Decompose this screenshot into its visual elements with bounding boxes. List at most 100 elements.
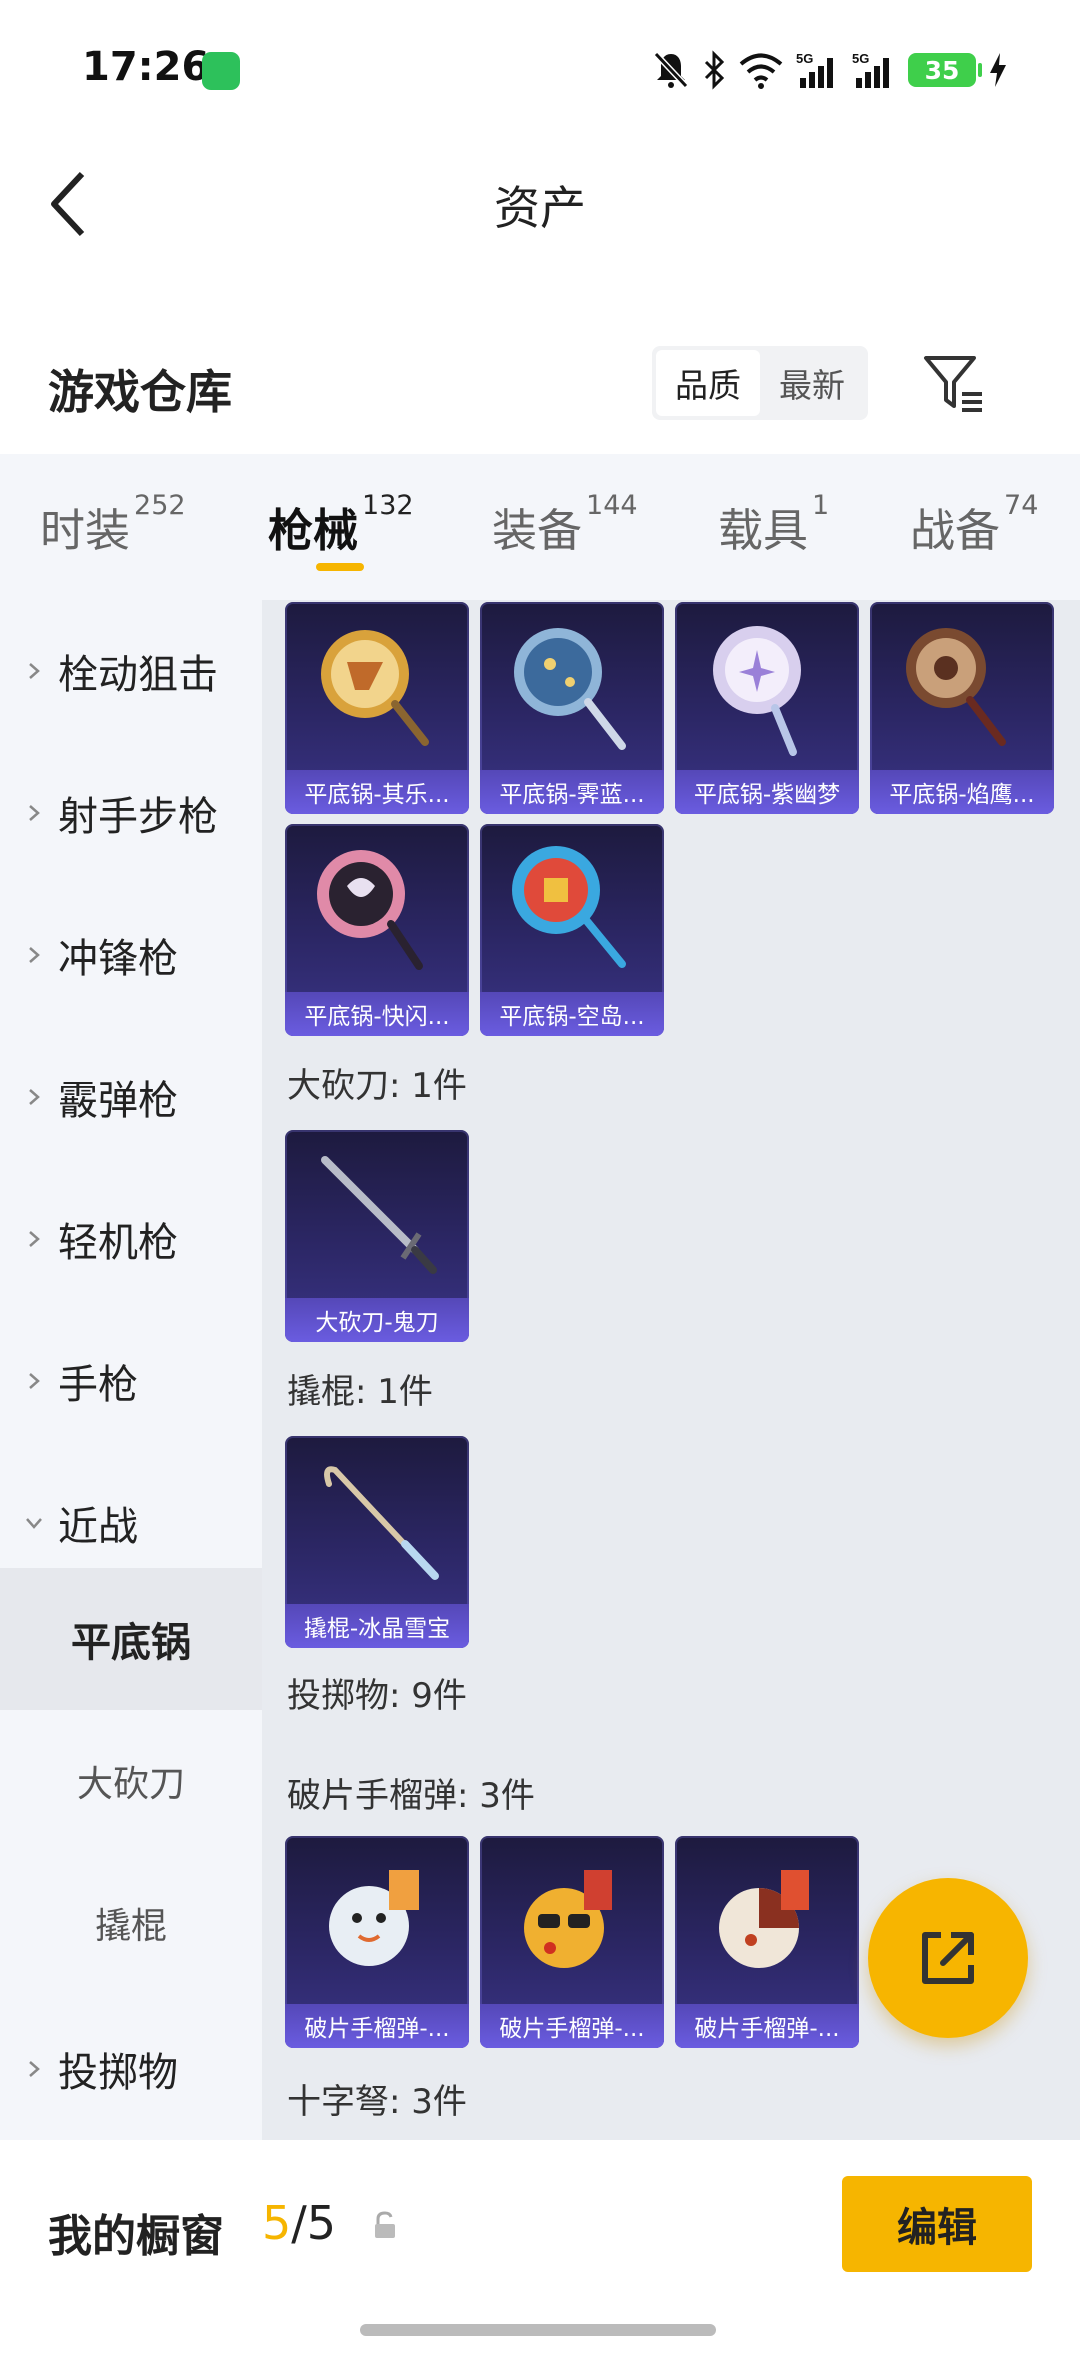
item-name: 平底锅-焰鹰...	[870, 770, 1054, 814]
item-card-pan-1[interactable]: 平底锅-其乐...	[285, 602, 469, 814]
warehouse-title: 游戏仓库	[48, 365, 232, 419]
sidebar-item-shotgun[interactable]: 霰弹枪	[0, 1026, 262, 1168]
tab-label: 时装	[40, 504, 131, 557]
bluetooth-icon	[704, 50, 725, 90]
filter-button[interactable]	[918, 350, 990, 416]
tab-vehicles[interactable]: 载具 1	[718, 490, 829, 574]
battery-indicator: 35	[908, 53, 982, 87]
item-name: 大砍刀-鬼刀	[285, 1298, 469, 1342]
grenade-icon	[524, 1870, 612, 1968]
svg-text:5G: 5G	[852, 51, 869, 66]
active-tab-indicator	[316, 563, 364, 571]
tab-count: 132	[362, 490, 414, 521]
signal-5g-icon: 5G	[796, 51, 833, 88]
sort-toggle: 品质 最新	[652, 346, 868, 420]
sidebar-item-pistol[interactable]: 手枪	[0, 1310, 262, 1452]
chevron-right-icon	[29, 1089, 40, 1105]
item-card-pan-3[interactable]: 平底锅-紫幽梦	[675, 602, 859, 814]
sidebar-item-crowbar[interactable]: 撬棍	[0, 1852, 262, 1994]
wechat-notification-icon	[202, 52, 240, 90]
crowbar-count-label: 撬棍: 1件	[287, 1372, 433, 1412]
pan-icon	[906, 628, 1006, 746]
tab-count: 144	[586, 490, 638, 521]
category-tabs: 时装 252 枪械 132 装备 144 载具 1 战备 74	[0, 454, 1080, 600]
pan-icon	[514, 628, 626, 750]
chevron-right-icon	[29, 2061, 40, 2077]
sidebar-item-label: 轻机枪	[58, 1220, 178, 1266]
grenade-icon	[329, 1870, 419, 1966]
pan-icon	[713, 626, 801, 756]
sort-quality-option[interactable]: 品质	[656, 350, 760, 416]
sidebar-item-label: 近战	[58, 1504, 138, 1550]
subcategory-sidebar: 栓动狙击 射手步枪 冲锋枪 霰弹枪 轻机枪 手枪 近战 平底锅 大砍刀 撬棍 投…	[0, 600, 262, 2140]
home-indicator[interactable]	[360, 2324, 716, 2336]
edit-button[interactable]: 编辑	[842, 2176, 1032, 2272]
grenade-count-label: 破片手榴弹: 3件	[287, 1776, 535, 1816]
sidebar-item-label: 平底锅	[71, 1620, 191, 1666]
item-name: 平底锅-快闪...	[285, 992, 469, 1036]
share-fab-button[interactable]	[868, 1878, 1028, 2038]
sidebar-item-smg[interactable]: 冲锋枪	[0, 884, 262, 1026]
showcase-bar: 我的橱窗 5/5 编辑	[0, 2140, 1080, 2354]
showcase-count-current: 5	[262, 2196, 292, 2250]
signal-5g-icon-2: 5G	[852, 51, 889, 88]
sort-newest-option[interactable]: 最新	[760, 350, 864, 416]
svg-text:5G: 5G	[796, 51, 813, 66]
item-name: 破片手榴弹-...	[480, 2004, 664, 2048]
item-card-pan-6[interactable]: 平底锅-空岛...	[480, 824, 664, 1036]
tab-equipment[interactable]: 装备 144	[492, 490, 638, 574]
item-name: 平底锅-霁蓝...	[480, 770, 664, 814]
item-name: 平底锅-紫幽梦	[675, 770, 859, 814]
showcase-label: 我的橱窗	[48, 2211, 224, 2262]
item-name: 撬棍-冰晶雪宝	[285, 1604, 469, 1648]
item-card-grenade-2[interactable]: 破片手榴弹-...	[480, 1836, 664, 2048]
tab-label: 装备	[492, 504, 583, 557]
chevron-right-icon	[29, 1231, 40, 1247]
item-card-machete[interactable]: 大砍刀-鬼刀	[285, 1130, 469, 1342]
chevron-right-icon	[29, 1373, 40, 1389]
sidebar-item-machete[interactable]: 大砍刀	[0, 1710, 262, 1852]
sidebar-item-throwables[interactable]: 投掷物	[0, 1998, 262, 2140]
charging-icon	[990, 53, 1006, 87]
sidebar-item-label: 冲锋枪	[58, 936, 178, 982]
item-name: 平底锅-其乐...	[285, 770, 469, 814]
pan-icon	[512, 846, 626, 968]
machete-count-label: 大砍刀: 1件	[287, 1066, 467, 1106]
grenade-icon	[719, 1870, 809, 1968]
app-root: 17:26 5G 5G 35 资产 游戏仓库 品质 最新 时装 252 枪械 132…	[0, 0, 1080, 2354]
showcase-count: 5/5	[262, 2196, 336, 2250]
sidebar-item-dmr[interactable]: 射手步枪	[0, 742, 262, 884]
battery-level: 35	[924, 55, 960, 85]
tab-count: 1	[812, 490, 830, 521]
throwables-count-label: 投掷物: 9件	[287, 1676, 467, 1716]
sidebar-item-label: 手枪	[58, 1362, 138, 1408]
sidebar-item-label: 栓动狙击	[58, 652, 218, 698]
chevron-right-icon	[29, 947, 40, 963]
sidebar-item-pan[interactable]: 平底锅	[0, 1568, 262, 1710]
sidebar-item-lmg[interactable]: 轻机枪	[0, 1168, 262, 1310]
item-card-pan-2[interactable]: 平底锅-霁蓝...	[480, 602, 664, 814]
item-card-crowbar[interactable]: 撬棍-冰晶雪宝	[285, 1436, 469, 1648]
mute-bell-icon	[653, 51, 689, 89]
pan-icon	[317, 850, 423, 970]
sidebar-item-bolt-sniper[interactable]: 栓动狙击	[0, 600, 262, 742]
tab-fashion[interactable]: 时装 252	[40, 490, 186, 574]
share-icon	[922, 1932, 974, 1984]
item-card-grenade-3[interactable]: 破片手榴弹-...	[675, 1836, 859, 2048]
tab-label: 载具	[718, 504, 809, 557]
tab-count: 252	[134, 490, 186, 521]
tab-tactical[interactable]: 战备 74	[910, 490, 1038, 574]
item-card-pan-4[interactable]: 平底锅-焰鹰...	[870, 602, 1054, 814]
item-name: 破片手榴弹-...	[675, 2004, 859, 2048]
sidebar-item-label: 射手步枪	[58, 794, 218, 840]
item-card-grenade-1[interactable]: 破片手榴弹-...	[285, 1836, 469, 2048]
sidebar-item-label: 霰弹枪	[58, 1078, 178, 1124]
item-card-pan-5[interactable]: 平底锅-快闪...	[285, 824, 469, 1036]
tab-guns[interactable]: 枪械 132	[268, 490, 414, 574]
wifi-icon	[739, 53, 783, 89]
sidebar-item-label: 大砍刀	[76, 1764, 185, 1805]
status-icons: 5G 5G 35	[652, 48, 1008, 92]
item-name: 平底锅-空岛...	[480, 992, 664, 1036]
status-time: 17:26	[82, 44, 210, 90]
pan-icon	[321, 630, 429, 746]
